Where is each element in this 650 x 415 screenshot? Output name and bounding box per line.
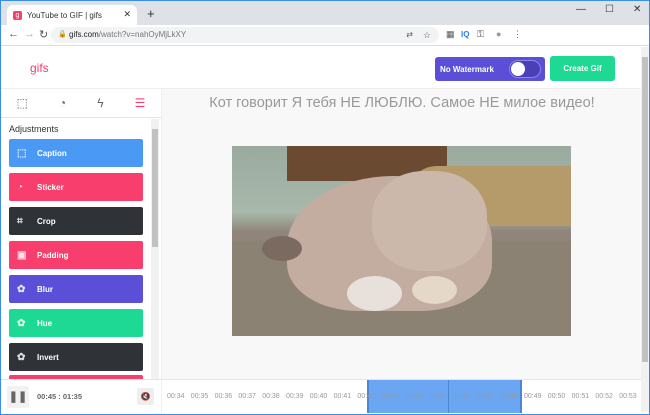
adjustment-label: Hue [37, 318, 53, 328]
video-title: Кот говорит Я тебя НЕ ЛЮБЛЮ. Самое НЕ ми… [209, 95, 595, 111]
palette-icon: ✿ [17, 283, 26, 295]
lightning-tab-icon[interactable]: ϟ [97, 96, 103, 110]
url-host: gifs.com [69, 30, 99, 39]
panel-title: Adjustments [9, 124, 59, 134]
translate-icon[interactable]: ⇄ [406, 27, 413, 43]
timeline-tick: 00:48 [500, 393, 518, 400]
avatar[interactable]: ● [496, 29, 501, 39]
tool-tabs: ⬚ ◔ ϟ ☰ [1, 89, 161, 118]
adjustments-panel: Adjustments ⬚ Caption ◔ Sticker ⌗ Crop ▣ Paddin… [1, 119, 151, 379]
timeline-tick: 00:43 [381, 393, 399, 400]
timeline-tick: 00:45 [428, 393, 447, 400]
no-watermark-toggle[interactable]: No Watermark [435, 57, 545, 81]
watermark-label: No Watermark [440, 64, 494, 74]
adjustment-label: Caption [37, 148, 67, 158]
new-tab-button[interactable]: + [147, 6, 155, 21]
adjustment-label: Invert [37, 352, 59, 362]
pause-button[interactable]: ❚❚ [7, 386, 29, 408]
adjustment-caption[interactable]: ⬚ Caption [9, 139, 143, 167]
reload-icon[interactable]: ↻ [39, 28, 48, 41]
close-tab-icon[interactable]: ✕ [123, 9, 131, 20]
create-gif-button[interactable]: Create Gif [550, 56, 615, 81]
sidebar-scroll-thumb[interactable] [152, 129, 158, 247]
url-input[interactable]: 🔒 gifs.com/watch?v=nahOyMjLkXY ⇄ ☆ [51, 27, 439, 43]
video-preview[interactable] [232, 146, 571, 336]
timeline-tick: 00:42 [357, 393, 375, 400]
padding-icon: ▣ [17, 249, 27, 261]
logo[interactable]: gifs [30, 61, 49, 75]
editor-main: Кот говорит Я тебя НЕ ЛЮБЛЮ. Самое НЕ ми… [161, 89, 641, 379]
iq-extension-icon[interactable]: IQ [461, 30, 469, 39]
adjustment-label: Crop [37, 216, 56, 226]
timeline-tick: 00:39 [286, 393, 304, 400]
adjustment-blur[interactable]: ✿ Blur [9, 275, 143, 303]
adjustment-invert[interactable]: ✿ Invert [9, 343, 143, 371]
tab-bar: g YouTube to GIF | gifs ✕ + — ☐ ✕ [1, 1, 649, 25]
adjustment-padding[interactable]: ▣ Padding [9, 241, 143, 269]
adjustment-label: Padding [37, 250, 69, 260]
toggle-switch[interactable] [509, 60, 541, 78]
adjustment-sticker[interactable]: ◔ Sticker [9, 173, 143, 201]
caption-tab-icon[interactable]: ⬚ [17, 96, 28, 110]
minimize-button[interactable]: — [576, 4, 586, 15]
timeline-tick: 00:44 [405, 393, 423, 400]
timeline-tick: 00:35 [190, 393, 209, 400]
page-header: gifs No Watermark Create Gif [1, 47, 641, 89]
time-readout: 00:45 : 01:35 [37, 392, 83, 401]
timeline-tick: 00:49 [524, 393, 542, 400]
timeline-track[interactable]: 00:34 00:35 00:36 00:37 00:38 00:39 00:40 00:41… [161, 380, 641, 413]
timeline-tick: 00:41 [333, 393, 352, 400]
timeline-tick: 00:34 [167, 393, 185, 400]
timeline-tick: 00:53 [619, 393, 637, 400]
forward-icon[interactable]: → [24, 28, 35, 40]
back-icon[interactable]: ← [8, 28, 19, 40]
adjustment-crop[interactable]: ⌗ Crop [9, 207, 143, 235]
adjustment-label: Blur [37, 284, 53, 294]
timeline-tick: 00:36 [214, 393, 233, 400]
timeline-tick: 00:47 [476, 393, 494, 400]
favicon-icon: g [13, 10, 22, 20]
tab-title: YouTube to GIF | gifs [27, 10, 102, 20]
sticker-tab-icon[interactable]: ◔ [59, 96, 66, 110]
star-icon[interactable]: ☆ [423, 27, 431, 43]
maximize-button[interactable]: ☐ [605, 4, 614, 15]
sticker-icon: ◔ [17, 181, 24, 193]
palette-icon: ✿ [17, 317, 26, 329]
timeline-tick: 00:51 [571, 393, 590, 400]
url-path: /watch?v=nahOyMjLkXY [98, 30, 187, 39]
adjustment-hue[interactable]: ✿ Hue [9, 309, 143, 337]
playhead[interactable] [448, 380, 449, 413]
menu-icon[interactable]: ⋮ [513, 29, 522, 40]
timeline-tick: 00:40 [309, 393, 328, 400]
page-scroll-thumb[interactable] [642, 57, 648, 362]
timeline-tick: 00:52 [595, 393, 613, 400]
adjustments-tab-icon[interactable]: ☰ [135, 96, 146, 110]
close-window-button[interactable]: ✕ [633, 4, 641, 15]
timeline-bar: ❚❚ 00:45 : 01:35 🔇 00:34 00:35 00:36 00:37 0… [1, 379, 641, 413]
timeline-tick: 00:38 [262, 393, 280, 400]
caption-icon: ⬚ [17, 147, 27, 159]
crop-icon: ⌗ [17, 215, 23, 227]
browser-tab[interactable]: g YouTube to GIF | gifs ✕ [7, 5, 137, 25]
timeline-tick: 00:46 [452, 393, 471, 400]
adjustment-label: Sticker [37, 182, 64, 192]
extension-icon[interactable]: ▦ [446, 29, 455, 40]
palette-icon: ✿ [17, 351, 26, 363]
address-bar: ← → ↻ 🔒 gifs.com/watch?v=nahOyMjLkXY ⇄ ☆… [1, 25, 649, 46]
mute-icon[interactable]: 🔇 [137, 388, 154, 405]
timeline-tick: 00:50 [547, 393, 566, 400]
extension-icon[interactable]: ⚿ [477, 29, 484, 40]
lock-icon: 🔒 [58, 31, 67, 38]
timeline-tick: 00:37 [238, 393, 256, 400]
